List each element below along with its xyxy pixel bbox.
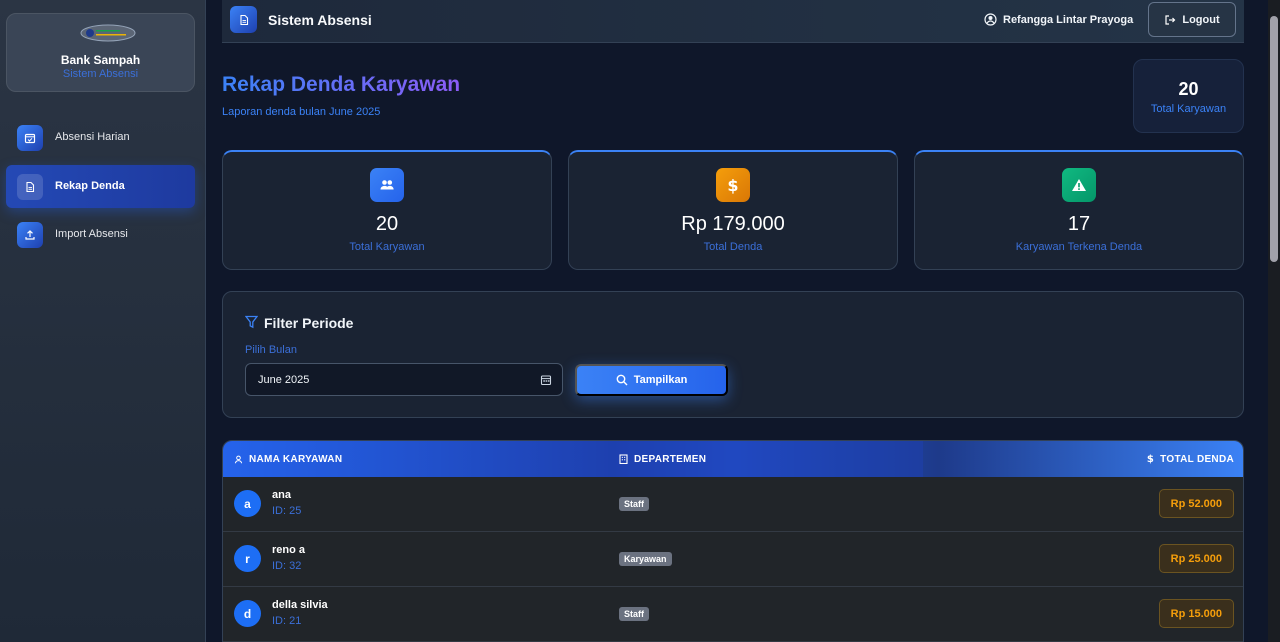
app-title: Sistem Absensi xyxy=(268,12,372,28)
table-header: NAMA KARYAWAN DEPARTEMEN $ TOTAL DENDA xyxy=(223,441,1243,477)
calendar-icon[interactable] xyxy=(540,374,552,386)
calendar-check-icon xyxy=(17,125,43,151)
summary-label: Total Karyawan xyxy=(1150,103,1227,115)
stat-label: Total Denda xyxy=(703,241,763,253)
employee-name: ana xyxy=(272,489,291,501)
logout-label: Logout xyxy=(1182,13,1220,26)
stat-label: Total Karyawan xyxy=(349,241,425,253)
employee-id: ID: 25 xyxy=(272,505,302,517)
fine-amount-badge: Rp 15.000 xyxy=(1158,599,1234,628)
user-circle-icon xyxy=(984,13,997,26)
logout-icon xyxy=(1165,14,1176,25)
sidebar-item-rekap-denda[interactable]: Rekap Denda xyxy=(6,165,195,208)
column-header-total-fine[interactable]: $ TOTAL DENDA xyxy=(1147,441,1234,477)
user-menu[interactable]: Refangga Lintar Prayoga xyxy=(984,13,1133,26)
column-header-label: NAMA KARYAWAN xyxy=(249,453,343,465)
avatar: d xyxy=(234,600,261,627)
department-badge: Staff xyxy=(619,607,649,621)
top-navbar: Sistem Absensi Refangga Lintar Prayoga L… xyxy=(222,0,1244,43)
app-document-icon xyxy=(230,6,257,33)
warning-icon xyxy=(1062,168,1096,202)
dollar-icon: $ xyxy=(716,168,750,202)
summary-value: 20 xyxy=(1178,79,1199,99)
employee-name: della silvia xyxy=(272,599,328,611)
user-icon xyxy=(234,455,243,463)
table-row[interactable]: d della silvia ID: 21 Staff Rp 15.000 xyxy=(223,587,1243,642)
avatar: a xyxy=(234,490,261,517)
user-name: Refangga Lintar Prayoga xyxy=(1003,13,1134,26)
brand-card: Bank Sampah Sistem Absensi xyxy=(6,13,195,92)
stat-label: Karyawan Terkena Denda xyxy=(1015,241,1143,253)
month-value: June 2025 xyxy=(258,373,310,386)
stat-card-total-employees: 20 Total Karyawan xyxy=(222,150,552,270)
sidebar-item-import-absensi[interactable]: Import Absensi xyxy=(6,213,195,256)
stat-value: 17 xyxy=(1067,213,1091,235)
sidebar-item-label: Absensi Harian xyxy=(55,131,130,143)
table-row[interactable]: r reno a ID: 32 Karyawan Rp 25.000 xyxy=(223,532,1243,587)
fine-table: NAMA KARYAWAN DEPARTEMEN $ TOTAL DENDA a… xyxy=(222,440,1244,642)
dollar-icon: $ xyxy=(1146,453,1155,465)
stat-card-total-fines: $ Rp 179.000 Total Denda xyxy=(568,150,898,270)
fine-amount-badge: Rp 25.000 xyxy=(1158,544,1234,573)
page-title: Rekap Denda Karyawan xyxy=(222,73,461,96)
search-icon xyxy=(616,374,628,386)
table-row[interactable]: a ana ID: 25 Staff Rp 52.000 xyxy=(223,477,1243,532)
sidebar: Bank Sampah Sistem Absensi Absensi Haria… xyxy=(0,0,206,642)
page-scrollbar-thumb[interactable] xyxy=(1270,16,1278,262)
page-subtitle: Laporan denda bulan June 2025 xyxy=(222,106,381,118)
summary-total-employees-card: 20 Total Karyawan xyxy=(1133,59,1244,133)
month-label: Pilih Bulan xyxy=(245,344,297,356)
column-header-department[interactable]: DEPARTEMEN xyxy=(619,441,706,477)
main-content: Sistem Absensi Refangga Lintar Prayoga L… xyxy=(206,0,1268,642)
sidebar-item-label: Rekap Denda xyxy=(55,180,125,192)
filter-period-card: Filter Periode Pilih Bulan June 2025 Tam… xyxy=(222,291,1244,418)
employee-id: ID: 32 xyxy=(272,560,302,572)
stat-value: Rp 179.000 xyxy=(681,213,785,235)
show-button[interactable]: Tampilkan xyxy=(575,364,728,396)
employee-name: reno a xyxy=(272,544,306,556)
employee-id: ID: 21 xyxy=(272,615,302,627)
filter-icon xyxy=(245,315,258,329)
upload-icon xyxy=(17,222,43,248)
sidebar-item-absensi-harian[interactable]: Absensi Harian xyxy=(6,116,195,159)
column-header-label: DEPARTEMEN xyxy=(634,453,707,465)
logout-button[interactable]: Logout xyxy=(1148,2,1236,37)
document-icon xyxy=(17,174,43,200)
building-icon xyxy=(619,454,628,464)
users-icon xyxy=(370,168,404,202)
department-badge: Karyawan xyxy=(619,552,672,566)
column-header-employee-name[interactable]: NAMA KARYAWAN xyxy=(234,441,342,477)
stat-value: 20 xyxy=(375,213,399,235)
show-button-label: Tampilkan xyxy=(633,374,688,386)
brand-subtitle: Sistem Absensi xyxy=(62,68,139,80)
department-badge: Staff xyxy=(619,497,649,511)
sidebar-item-label: Import Absensi xyxy=(55,228,128,240)
fine-amount-badge: Rp 52.000 xyxy=(1158,489,1234,518)
avatar: r xyxy=(234,545,261,572)
brand-title: Bank Sampah xyxy=(60,53,141,67)
stat-card-fined-employees: 17 Karyawan Terkena Denda xyxy=(914,150,1244,270)
bank-sampah-logo-icon xyxy=(80,24,136,42)
column-header-label: TOTAL DENDA xyxy=(1160,453,1234,465)
filter-title: Filter Periode xyxy=(264,315,354,331)
month-picker-input[interactable]: June 2025 xyxy=(245,363,563,396)
